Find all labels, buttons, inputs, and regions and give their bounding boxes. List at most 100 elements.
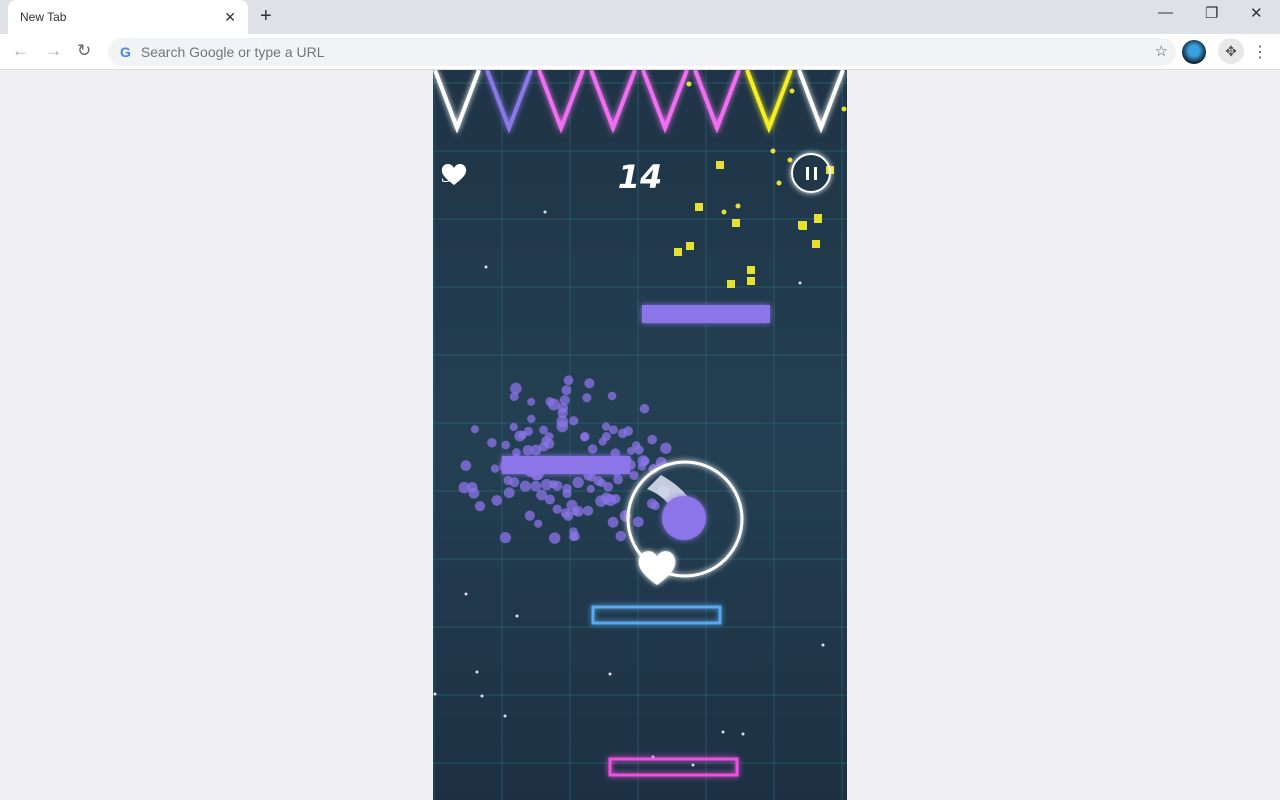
burst-particle — [460, 460, 472, 471]
yellow-square — [695, 203, 703, 211]
spike — [641, 70, 689, 134]
yellow-square — [727, 280, 735, 288]
spike — [589, 70, 637, 134]
forward-icon[interactable]: → — [45, 41, 62, 61]
background-stars — [433, 210, 825, 767]
burst-particle — [603, 481, 614, 492]
more-menu-icon[interactable]: ⋮ — [1252, 42, 1268, 62]
spike — [485, 70, 533, 134]
star — [543, 210, 547, 214]
burst-particle — [491, 495, 503, 506]
spike — [797, 70, 845, 134]
tab-new-tab[interactable]: New Tab ✕ — [8, 0, 248, 34]
purple-platform-upper — [642, 305, 770, 323]
spike — [537, 70, 585, 134]
burst-particle — [631, 441, 641, 450]
burst-particle — [468, 487, 480, 499]
burst-particle — [568, 416, 579, 426]
pause-button[interactable] — [791, 153, 831, 193]
burst-particle — [570, 531, 580, 542]
yellow-square — [674, 248, 682, 256]
yellow-dot — [686, 81, 692, 87]
google-icon: G — [120, 44, 131, 60]
star — [798, 281, 802, 285]
burst-particle — [563, 375, 574, 386]
close-window-icon[interactable]: ✕ — [1250, 4, 1263, 22]
burst-particle — [647, 434, 658, 445]
burst-particle — [601, 422, 611, 431]
burst-particle — [509, 477, 520, 488]
burst-particle — [572, 476, 584, 489]
star — [721, 730, 725, 734]
reload-icon[interactable]: ↻ — [77, 41, 91, 61]
pink-platform — [608, 757, 739, 777]
burst-particle — [623, 426, 633, 436]
burst-particle — [501, 440, 511, 450]
yellow-square — [686, 242, 694, 250]
burst-particle — [558, 403, 569, 414]
burst-particle — [519, 480, 531, 492]
burst-particle — [601, 432, 611, 441]
star — [691, 763, 695, 767]
player-ball — [662, 496, 706, 540]
profile-avatar[interactable] — [1182, 40, 1206, 64]
burst-particle — [637, 462, 647, 471]
burst-particle — [571, 507, 580, 516]
toolbar: ← → ↻ G ☆ ✥ ⋮ — [0, 34, 1280, 70]
burst-particle — [474, 500, 486, 512]
burst-particle — [587, 444, 598, 454]
omnibox[interactable]: G ☆ — [108, 38, 1176, 66]
yellow-square — [799, 222, 807, 230]
burst-particle — [615, 530, 626, 542]
tab-title: New Tab — [20, 10, 67, 24]
burst-particle — [629, 470, 639, 480]
blue-platform — [591, 605, 722, 625]
restore-icon[interactable]: ❐ — [1205, 4, 1218, 22]
burst-particle — [607, 516, 619, 528]
tab-strip: New Tab ✕ + — ❐ ✕ — [0, 0, 1280, 34]
burst-particle — [499, 531, 512, 544]
star — [433, 692, 437, 696]
burst-particle — [522, 445, 533, 456]
yellow-dot — [770, 148, 776, 154]
close-tab-icon[interactable]: ✕ — [224, 9, 236, 26]
star — [821, 643, 825, 647]
score: 14 — [617, 158, 663, 196]
yellow-dot — [841, 106, 847, 112]
burst-particle — [510, 382, 522, 395]
star — [741, 732, 745, 736]
back-icon[interactable]: ← — [12, 41, 29, 61]
burst-particle — [509, 422, 518, 432]
star — [484, 265, 488, 269]
new-tab-button[interactable]: + — [260, 5, 272, 28]
burst-particle — [548, 532, 561, 544]
yellow-square — [747, 266, 755, 274]
burst-particle — [560, 508, 571, 519]
minimize-icon[interactable]: — — [1158, 4, 1173, 21]
burst-particle — [487, 438, 497, 448]
spike — [745, 70, 793, 134]
heart-pickup-icon — [638, 551, 676, 585]
spike — [433, 70, 481, 134]
omnibox-input[interactable] — [140, 44, 1176, 60]
burst-particle — [582, 505, 594, 516]
burst-particle — [595, 495, 607, 507]
burst-particle — [660, 442, 672, 454]
bookmark-star-icon[interactable]: ☆ — [1155, 42, 1168, 60]
yellow-square — [747, 277, 755, 285]
burst-particle — [527, 397, 536, 406]
burst-particle — [639, 403, 650, 414]
burst-particle — [524, 510, 535, 521]
burst-particle — [544, 432, 554, 441]
star — [503, 714, 507, 718]
burst-particle — [523, 426, 533, 436]
yellow-dot — [789, 88, 795, 94]
purple-platform-middle — [502, 456, 630, 474]
star — [464, 592, 468, 596]
extensions-puzzle-icon[interactable]: ✥ — [1218, 38, 1244, 64]
burst-particle — [552, 504, 562, 514]
burst-particle — [544, 494, 555, 505]
burst-particle — [610, 493, 621, 504]
burst-particle — [613, 474, 624, 485]
game-canvas[interactable]: 3 14 — [433, 70, 847, 800]
